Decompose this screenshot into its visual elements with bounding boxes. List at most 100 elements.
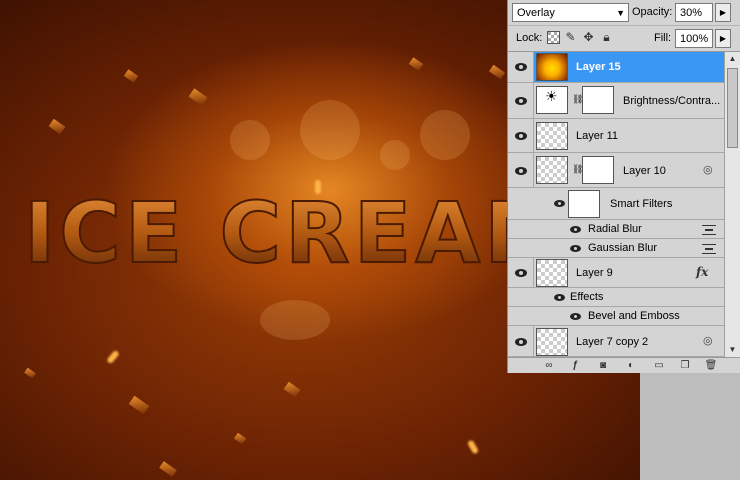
blend-mode-select[interactable]: Overlay ▼ — [512, 3, 629, 22]
layers-panel: Overlay ▼ Opacity: 30% ▶ Lock: ✎ ✥ 🔒︎ Fi… — [507, 0, 740, 373]
bokeh-light — [300, 100, 360, 160]
opacity-value: 30% — [680, 7, 703, 19]
layer-row-layer-11[interactable]: Layer 11 — [508, 119, 724, 153]
fill-value: 100% — [680, 33, 709, 45]
lock-image-pixels-icon[interactable]: ✎ — [564, 31, 577, 44]
chevron-down-icon: ▼ — [616, 8, 625, 18]
chocolate-chip — [188, 88, 208, 106]
chocolate-chip — [48, 118, 66, 135]
fx-icon[interactable]: fx — [696, 265, 708, 279]
eye-icon[interactable] — [568, 224, 584, 236]
eye-icon[interactable] — [568, 311, 584, 323]
artwork-text: ICE CREAM — [24, 190, 572, 280]
filter-blending-options-icon[interactable] — [702, 225, 716, 235]
layer-list-scrollbar[interactable]: ▲ ▼ — [724, 52, 740, 357]
layer-name: Layer 15 — [576, 61, 621, 73]
eye-icon[interactable] — [512, 267, 530, 279]
layer-row-effects[interactable]: Effects — [508, 288, 724, 307]
scroll-up-arrow-icon[interactable]: ▲ — [725, 52, 740, 66]
new-adjustment-layer-icon[interactable]: ◐ — [624, 360, 638, 372]
fill-slider-button[interactable]: ▶ — [715, 29, 731, 48]
layer-row-layer-9[interactable]: Layer 9 fx — [508, 258, 724, 288]
new-layer-icon[interactable]: ❐ — [678, 360, 692, 372]
layer-row-layer-7-copy-2[interactable]: Layer 7 copy 2 ◎ — [508, 326, 724, 357]
layer-name: Layer 11 — [576, 130, 618, 142]
filter-mask-thumbnail — [568, 190, 600, 218]
eye-icon[interactable] — [552, 198, 568, 210]
layer-thumbnail — [536, 259, 568, 287]
chocolate-chip — [159, 461, 177, 477]
chocolate-chip — [24, 367, 36, 379]
lock-position-icon[interactable]: ✥ — [582, 31, 595, 44]
eye-icon[interactable] — [512, 61, 530, 73]
lock-label: Lock: — [516, 32, 543, 44]
opacity-input[interactable]: 30% — [675, 3, 713, 22]
fill-input[interactable]: 100% — [675, 29, 713, 48]
eye-icon[interactable] — [512, 336, 530, 348]
layer-name: Layer 9 — [576, 267, 613, 279]
scroll-down-arrow-icon[interactable]: ▼ — [725, 343, 740, 357]
eye-icon[interactable] — [512, 165, 530, 177]
layer-thumbnail — [536, 53, 568, 81]
blend-mode-value: Overlay — [517, 7, 555, 19]
layer-thumbnail — [536, 122, 568, 150]
layers-panel-bottom-bar: ∞ ƒ ◙ ◐ ▭ ❐ 🗑︎ — [508, 357, 740, 373]
chain-icon[interactable]: ⛓ — [572, 94, 583, 108]
opacity-label: Opacity: — [632, 6, 673, 18]
eye-icon[interactable] — [568, 243, 584, 255]
smart-object-thumbnail — [536, 156, 568, 184]
blend-options-row: Overlay ▼ Opacity: 30% ▶ — [508, 0, 740, 26]
filter-blending-options-icon[interactable] — [702, 244, 716, 254]
bokeh-light — [260, 300, 330, 340]
delete-layer-icon[interactable]: 🗑︎ — [704, 360, 718, 372]
eye-icon[interactable] — [552, 292, 568, 304]
layer-name: Effects — [570, 291, 604, 303]
fill-label: Fill: — [654, 32, 672, 44]
chocolate-chip — [408, 57, 424, 71]
layer-mask-thumbnail — [582, 156, 614, 184]
workspace-background — [640, 373, 740, 480]
adjustment-thumbnail: ☀ — [536, 86, 568, 114]
chain-icon[interactable]: ⛓ — [572, 164, 583, 178]
layer-name: Bevel and Emboss — [588, 310, 680, 322]
new-group-icon[interactable]: ▭ — [652, 360, 666, 372]
scroll-thumb[interactable] — [727, 68, 738, 148]
spark — [466, 439, 480, 455]
smart-object-thumbnail — [536, 328, 568, 356]
layer-row-brightness-contrast[interactable]: ☀ ⛓ Brightness/Contra... — [508, 83, 724, 119]
bokeh-light — [380, 140, 410, 170]
spark — [106, 349, 120, 365]
eye-icon[interactable] — [512, 130, 530, 142]
chocolate-chip — [233, 432, 247, 445]
smart-filter-icon[interactable]: ◎ — [703, 334, 713, 347]
add-layer-style-icon[interactable]: ƒ — [568, 360, 582, 372]
layer-row-smart-filters[interactable]: Smart Filters — [508, 188, 724, 220]
layer-row-radial-blur[interactable]: Radial Blur — [508, 220, 724, 239]
layer-name: Layer 7 copy 2 — [576, 336, 649, 348]
chocolate-chip — [128, 395, 150, 415]
chocolate-chip — [488, 64, 506, 80]
smart-filter-icon[interactable]: ◎ — [703, 163, 713, 176]
lock-transparent-pixels-icon[interactable] — [547, 31, 560, 44]
add-layer-mask-icon[interactable]: ◙ — [596, 360, 610, 372]
layer-name: Brightness/Contra... — [623, 95, 721, 107]
layer-name: Radial Blur — [588, 223, 642, 235]
layer-list: Layer 15 ☀ ⛓ Brightness/Contra... Layer … — [508, 52, 724, 357]
chocolate-chip — [123, 69, 139, 83]
layer-row-gaussian-blur[interactable]: Gaussian Blur — [508, 239, 724, 258]
layer-row-bevel-and-emboss[interactable]: Bevel and Emboss — [508, 307, 724, 326]
lock-all-icon[interactable]: 🔒︎ — [600, 31, 613, 44]
brightness-icon: ☀ — [545, 88, 558, 104]
bokeh-light — [230, 120, 270, 160]
chocolate-chip — [283, 381, 301, 398]
lock-options-row: Lock: ✎ ✥ 🔒︎ Fill: 100% ▶ — [508, 26, 740, 52]
bokeh-light — [420, 110, 470, 160]
layer-name: Smart Filters — [610, 198, 673, 210]
layer-name: Layer 10 — [623, 165, 666, 177]
layer-row-layer-10[interactable]: ⛓ Layer 10 ◎ — [508, 153, 724, 188]
eye-icon[interactable] — [512, 95, 530, 107]
link-layers-icon[interactable]: ∞ — [542, 360, 556, 372]
layer-mask-thumbnail — [582, 86, 614, 114]
opacity-slider-button[interactable]: ▶ — [715, 3, 731, 22]
layer-row-layer-15[interactable]: Layer 15 — [508, 52, 724, 83]
